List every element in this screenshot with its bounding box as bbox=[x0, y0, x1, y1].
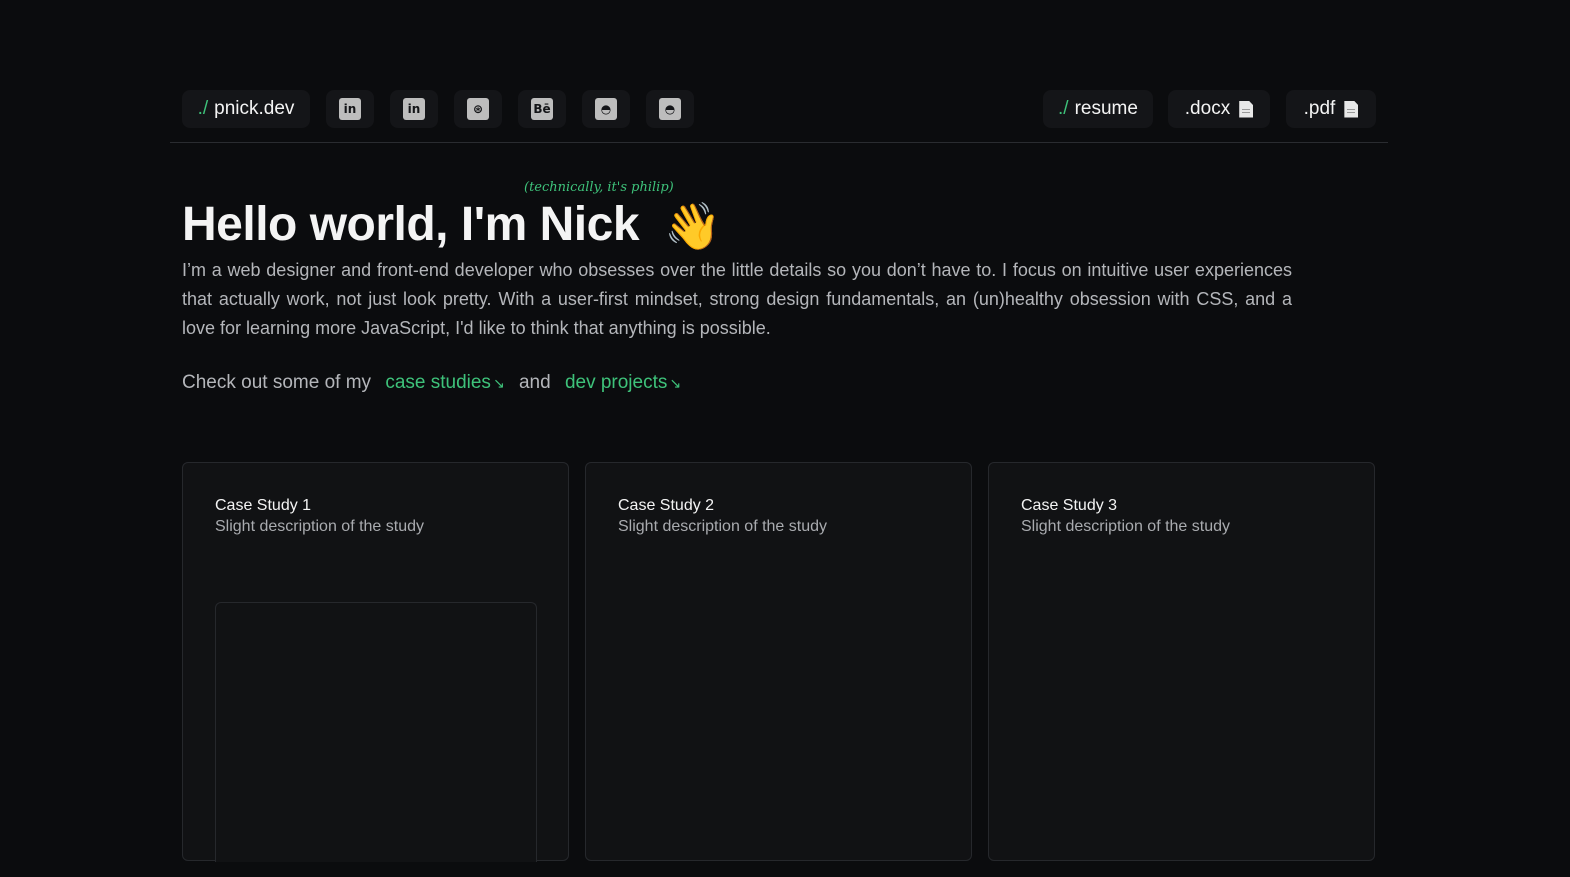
resume-prefix: ./ bbox=[1058, 98, 1069, 119]
brand-link[interactable]: ./ pnick.dev bbox=[182, 90, 310, 128]
arrow-down-right-icon: ↘ bbox=[669, 375, 682, 391]
card-description: Slight description of the study bbox=[1021, 518, 1231, 535]
cta-prefix: Check out some of my bbox=[182, 372, 372, 393]
dribbble-link[interactable]: ⊛ bbox=[454, 90, 502, 128]
linkedin-icon: in bbox=[339, 98, 361, 120]
top-nav: ./ pnick.dev in in ⊛ Bē ◓ ◓ ./ resume .d… bbox=[170, 88, 1388, 143]
resume-docx-button[interactable]: .docx bbox=[1168, 90, 1270, 128]
waving-hand-icon: 👋 bbox=[664, 200, 722, 252]
pdf-label: .pdf bbox=[1303, 98, 1336, 119]
card-thumbnail bbox=[215, 602, 537, 862]
dribbble-icon: ⊛ bbox=[467, 98, 489, 120]
case-study-card[interactable]: Case Study 3 Slight description of the s… bbox=[988, 462, 1375, 861]
linkedin-link-secondary[interactable]: in bbox=[390, 90, 438, 128]
brand-prefix: ./ bbox=[197, 98, 209, 119]
document-icon bbox=[1239, 100, 1254, 118]
card-title: Case Study 1 bbox=[215, 497, 312, 514]
github-link-secondary[interactable]: ◓ bbox=[646, 90, 694, 128]
linkedin-link[interactable]: in bbox=[326, 90, 374, 128]
behance-icon: Bē bbox=[531, 98, 553, 120]
card-description: Slight description of the study bbox=[215, 518, 425, 535]
card-title: Case Study 3 bbox=[1021, 497, 1118, 514]
name-aside-note: (technically, it's philip) bbox=[524, 180, 674, 195]
intro-paragraph: I’m a web designer and front-end develop… bbox=[182, 260, 1292, 338]
page-title: Hello world, I'm Nick bbox=[182, 198, 640, 251]
resume-link[interactable]: ./ resume bbox=[1043, 90, 1153, 128]
arrow-down-right-icon: ↘ bbox=[492, 375, 505, 391]
case-studies-link[interactable]: case studies ↘ bbox=[385, 372, 504, 393]
linkedin-icon: in bbox=[403, 98, 425, 120]
github-icon: ◓ bbox=[595, 98, 617, 120]
dev-projects-label: dev projects bbox=[564, 372, 668, 393]
cta-line: Check out some of my case studies ↘ and d… bbox=[182, 372, 681, 394]
github-link[interactable]: ◓ bbox=[582, 90, 630, 128]
resume-label: resume bbox=[1074, 98, 1138, 119]
card-description: Slight description of the study bbox=[618, 518, 828, 535]
github-icon: ◓ bbox=[659, 98, 681, 120]
dev-projects-link[interactable]: dev projects ↘ bbox=[565, 372, 681, 393]
document-icon bbox=[1344, 100, 1359, 118]
behance-link[interactable]: Bē bbox=[518, 90, 566, 128]
resume-pdf-button[interactable]: .pdf bbox=[1286, 90, 1376, 128]
brand-label: pnick.dev bbox=[214, 98, 295, 119]
card-title: Case Study 2 bbox=[618, 497, 715, 514]
case-study-card[interactable]: Case Study 2 Slight description of the s… bbox=[585, 462, 972, 861]
cta-joiner: and bbox=[518, 372, 551, 393]
case-studies-label: case studies bbox=[385, 372, 491, 393]
case-study-card[interactable]: Case Study 1 Slight description of the s… bbox=[182, 462, 569, 862]
docx-label: .docx bbox=[1184, 98, 1231, 119]
